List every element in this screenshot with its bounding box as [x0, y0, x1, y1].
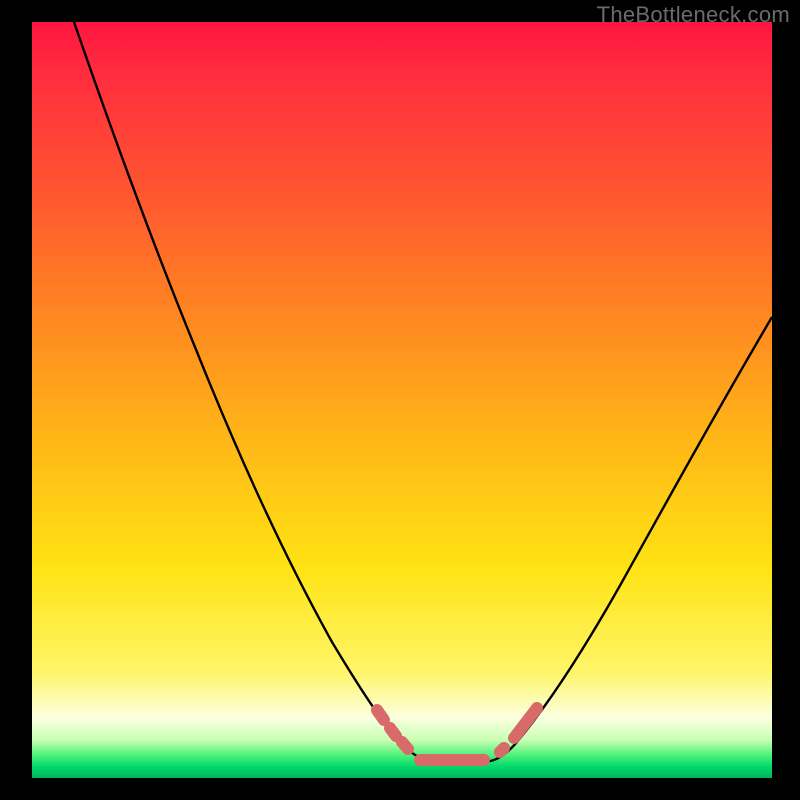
plot-area [32, 22, 772, 778]
chart-frame: TheBottleneck.com [0, 0, 800, 800]
highlight-band [377, 708, 537, 760]
bottleneck-curve [74, 22, 772, 762]
watermark-text: TheBottleneck.com [597, 2, 790, 28]
curve-layer [32, 22, 772, 778]
